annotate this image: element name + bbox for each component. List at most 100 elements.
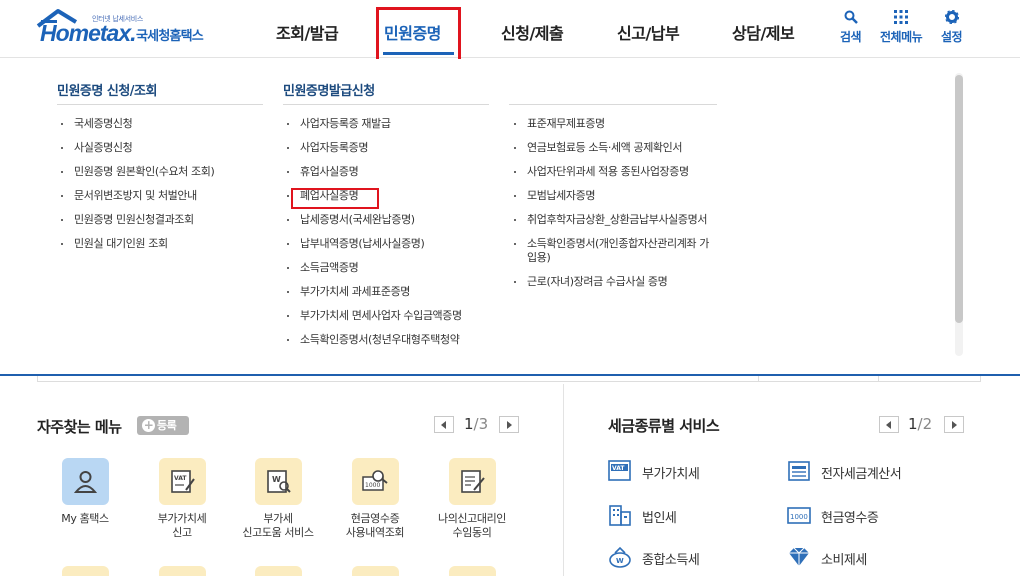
favorite-label: 부가가치세 신고	[157, 512, 207, 539]
e-invoice-icon	[788, 461, 810, 481]
svg-text:VAT: VAT	[174, 475, 187, 482]
favorite-icon-next-row	[352, 566, 399, 576]
all-menu-label: 전체메뉴	[880, 30, 923, 44]
menu-item[interactable]: 근로(자녀)장려금 수급사실 증명	[510, 275, 716, 289]
building-icon	[609, 505, 631, 526]
diamond-icon	[789, 547, 809, 566]
plus-icon: +	[142, 418, 155, 432]
menu-item[interactable]: 부가가치세 면세사업자 수입금액증명	[283, 309, 462, 323]
logo-korean-name: 국세청홈택스	[136, 29, 204, 44]
favorite-vat-help[interactable]: W 부가세 신고도움 서비스	[238, 458, 318, 540]
favorite-cash-receipt[interactable]: 1000 현금영수증 사용내역조회	[335, 458, 415, 540]
menu-item[interactable]: 소득금액증명	[283, 261, 462, 275]
favorites-page-current: 1	[464, 415, 474, 433]
favorites-pager: 1/3	[464, 415, 488, 433]
menu-item[interactable]: 납세증명서(국세완납증명)	[283, 213, 462, 227]
person-icon	[61, 458, 109, 505]
vat-help-icon: W	[254, 458, 302, 505]
menu-item[interactable]: 모범납세자증명	[510, 189, 716, 203]
favorite-icon-next-row	[449, 566, 496, 576]
menu-item[interactable]: 소득확인증명서(청년우대형주택청약	[283, 333, 462, 347]
document-edit-icon	[448, 458, 496, 505]
menu-item[interactable]: 납부내역증명(납세사실증명)	[283, 237, 462, 251]
col-title-certificate-issue: 민원증명발급신청	[283, 84, 375, 99]
cash-receipt-search-icon: 1000	[351, 458, 399, 505]
favorite-icon-next-row	[159, 566, 206, 576]
favorite-icon-next-row	[62, 566, 109, 576]
col-title-apply-inquiry: 민원증명 신청/조회	[57, 84, 157, 99]
menu-item[interactable]: 취업후학자금상환_상환금납부사실증명서	[510, 213, 716, 227]
add-favorite-button[interactable]: + 등록	[137, 416, 189, 435]
menu-list-certificate-issue: 사업자등록증 재발급 사업자등록증명 휴업사실증명 폐업사실증명 납세증명서(국…	[283, 117, 462, 347]
menu-item[interactable]: 민원증명 원본확인(수요처 조회)	[57, 165, 215, 179]
tax-service-label: 부가가치세	[642, 467, 700, 482]
menu-item[interactable]: 사업자등록증명	[283, 141, 462, 155]
tax-service-label: 법인세	[642, 511, 677, 526]
tax-services-pager: 1/2	[908, 415, 932, 433]
tax-services-prev-button[interactable]	[879, 416, 899, 433]
tax-services-page-current: 1	[908, 415, 918, 433]
favorite-label: My 홈택스	[61, 512, 109, 525]
menu-item[interactable]: 국세증명신청	[57, 117, 214, 131]
gnb-consult-report[interactable]: 상담/제보	[732, 20, 795, 44]
svg-text:W: W	[272, 475, 281, 484]
favorite-vat-report[interactable]: VAT 부가가치세 신고	[142, 458, 222, 540]
search-icon	[844, 10, 858, 24]
favorite-label: 현금영수증 사용내역조회	[345, 512, 405, 539]
gnb-inquiry-issue[interactable]: 조회/발급	[276, 20, 339, 44]
hometax-logo[interactable]: 인터넷 납세서비스 Hometax. 국세청홈택스	[36, 8, 226, 50]
menu-item[interactable]: 사업자등록증 재발급	[283, 117, 462, 131]
top-header: 인터넷 납세서비스 Hometax. 국세청홈택스 조회/발급 민원증명 신청/…	[0, 0, 1020, 58]
favorites-next-button[interactable]	[499, 416, 519, 433]
section-divider	[563, 384, 564, 576]
all-menu-button[interactable]: 전체메뉴	[880, 10, 923, 45]
closure-certificate-highlight-box	[291, 188, 379, 209]
menu-item[interactable]: 표준재무제표증명	[510, 117, 716, 131]
menu-item[interactable]: 문서위변조방지 및 처벌안내	[57, 189, 214, 203]
tax-service-label: 현금영수증	[821, 511, 879, 526]
search-label: 검색	[840, 30, 862, 44]
tax-service-label: 종합소득세	[642, 553, 700, 568]
money-bag-icon: W	[609, 546, 631, 568]
vat-icon: VAT	[608, 460, 631, 481]
gnb-apply-submit[interactable]: 신청/제출	[501, 20, 564, 44]
tax-services-title: 세금종류별 서비스	[608, 417, 720, 435]
favorite-label: 부가세 신고도움 서비스	[242, 512, 314, 539]
column-rule	[509, 104, 717, 105]
vat-document-icon: VAT	[158, 458, 206, 505]
settings-button[interactable]: 설정	[941, 10, 963, 45]
tab-highlight-box	[376, 7, 461, 62]
menu-item[interactable]: 소득확인증명서(개인종합자산관리계좌 가입용)	[510, 237, 716, 265]
gear-icon	[944, 10, 959, 24]
add-favorite-label: 등록	[157, 419, 177, 432]
favorite-agent-consent[interactable]: 나의신고대리인 수임동의	[432, 458, 512, 540]
menu-item[interactable]: 사업자단위과세 적용 종된사업장증명	[510, 165, 716, 179]
menu-list-apply-inquiry: 국세증명신청 사실증명신청 민원증명 원본확인(수요처 조회) 문서위변조방지 …	[57, 117, 215, 251]
gnb-report-pay[interactable]: 신고/납부	[617, 20, 680, 44]
svg-text:1000: 1000	[365, 482, 380, 489]
favorite-my-hometax[interactable]: My 홈택스	[45, 458, 125, 526]
favorite-label: 나의신고대리인 수임동의	[437, 512, 507, 539]
menu-item[interactable]: 민원증명 민원신청결과조회	[57, 213, 214, 227]
svg-text:1000: 1000	[790, 513, 808, 521]
tax-service-label: 전자세금계산서	[821, 467, 902, 482]
settings-label: 설정	[941, 30, 963, 44]
favorites-prev-button[interactable]	[434, 416, 454, 433]
menu-item[interactable]: 사실증명신청	[57, 141, 214, 155]
dropdown-bottom-border	[0, 374, 1020, 376]
search-button[interactable]: 검색	[840, 10, 862, 45]
svg-text:W: W	[616, 557, 624, 565]
tax-services-next-button[interactable]	[944, 416, 964, 433]
column-rule	[283, 104, 489, 105]
favorites-title: 자주찾는 메뉴	[37, 418, 122, 436]
dropdown-scrollbar-thumb[interactable]	[955, 75, 963, 323]
menu-item[interactable]: 부가가치세 과세표준증명	[283, 285, 462, 299]
cash-bill-icon: 1000	[787, 507, 811, 524]
favorites-page-total: /3	[473, 415, 489, 433]
menu-item[interactable]: 연금보험료등 소득·세액 공제확인서	[510, 141, 716, 155]
menu-item[interactable]: 휴업사실증명	[283, 165, 462, 179]
menu-item[interactable]: 민원실 대기인원 조회	[57, 237, 214, 251]
favorite-icon-next-row	[255, 566, 302, 576]
grid-menu-icon	[894, 10, 909, 24]
logo-wordmark: Hometax.	[40, 20, 137, 46]
